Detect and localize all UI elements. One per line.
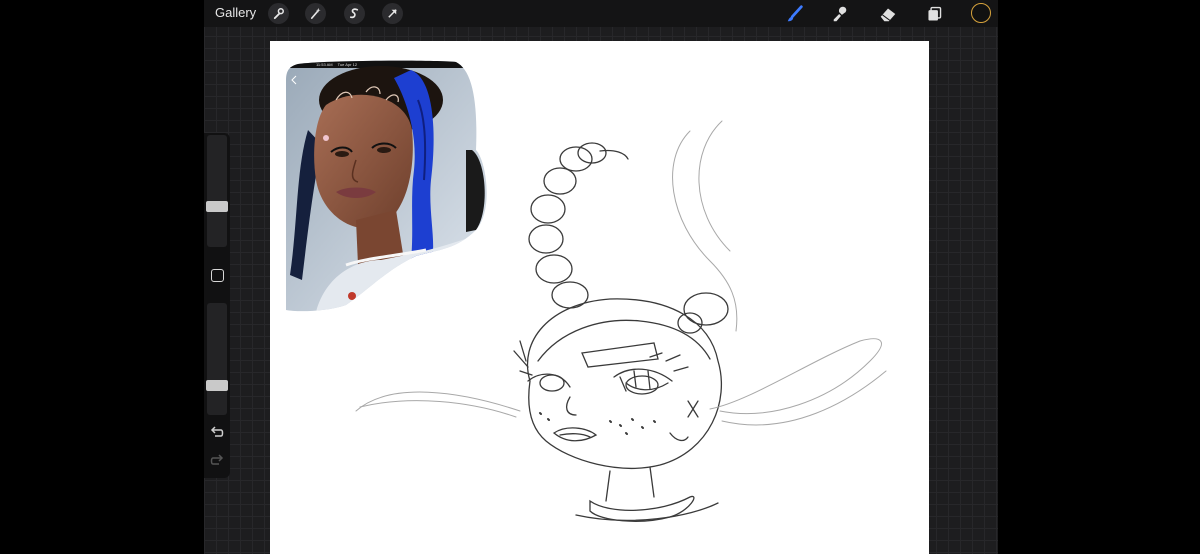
left-sidebar <box>204 133 230 478</box>
eraser-icon <box>880 8 896 22</box>
magic-wand-icon <box>310 7 321 19</box>
layers-icon <box>927 6 941 21</box>
brush-icon <box>787 5 803 22</box>
eraser-tool[interactable] <box>877 3 899 25</box>
drawing-canvas[interactable]: 11:53 AM Tue Apr 12 <box>270 41 929 554</box>
procreate-app: Gallery 11:53 AM Tue Apr 12 <box>204 0 998 554</box>
redo-icon[interactable] <box>209 453 225 467</box>
gallery-button[interactable]: Gallery <box>215 5 256 20</box>
pencil-sketch <box>355 120 887 522</box>
transform-button[interactable] <box>382 3 403 24</box>
selection-button[interactable] <box>344 3 365 24</box>
smudge-tool[interactable] <box>830 3 852 25</box>
modify-button[interactable] <box>211 269 224 282</box>
selection-icon <box>349 8 359 19</box>
opacity-thumb[interactable] <box>206 380 228 391</box>
brush-tool[interactable] <box>784 3 806 25</box>
top-toolbar: Gallery <box>204 0 998 27</box>
adjustments-button[interactable] <box>305 3 326 24</box>
transform-arrow-icon <box>388 9 397 18</box>
smudge-icon <box>833 6 847 22</box>
brush-size-slider[interactable] <box>206 135 228 247</box>
opacity-slider[interactable] <box>206 303 228 415</box>
brush-size-thumb[interactable] <box>206 201 228 212</box>
undo-icon[interactable] <box>209 425 225 439</box>
wrench-icon <box>273 8 284 20</box>
layers-button[interactable] <box>923 3 945 25</box>
color-picker-button[interactable] <box>971 3 991 23</box>
actions-button[interactable] <box>268 3 289 24</box>
